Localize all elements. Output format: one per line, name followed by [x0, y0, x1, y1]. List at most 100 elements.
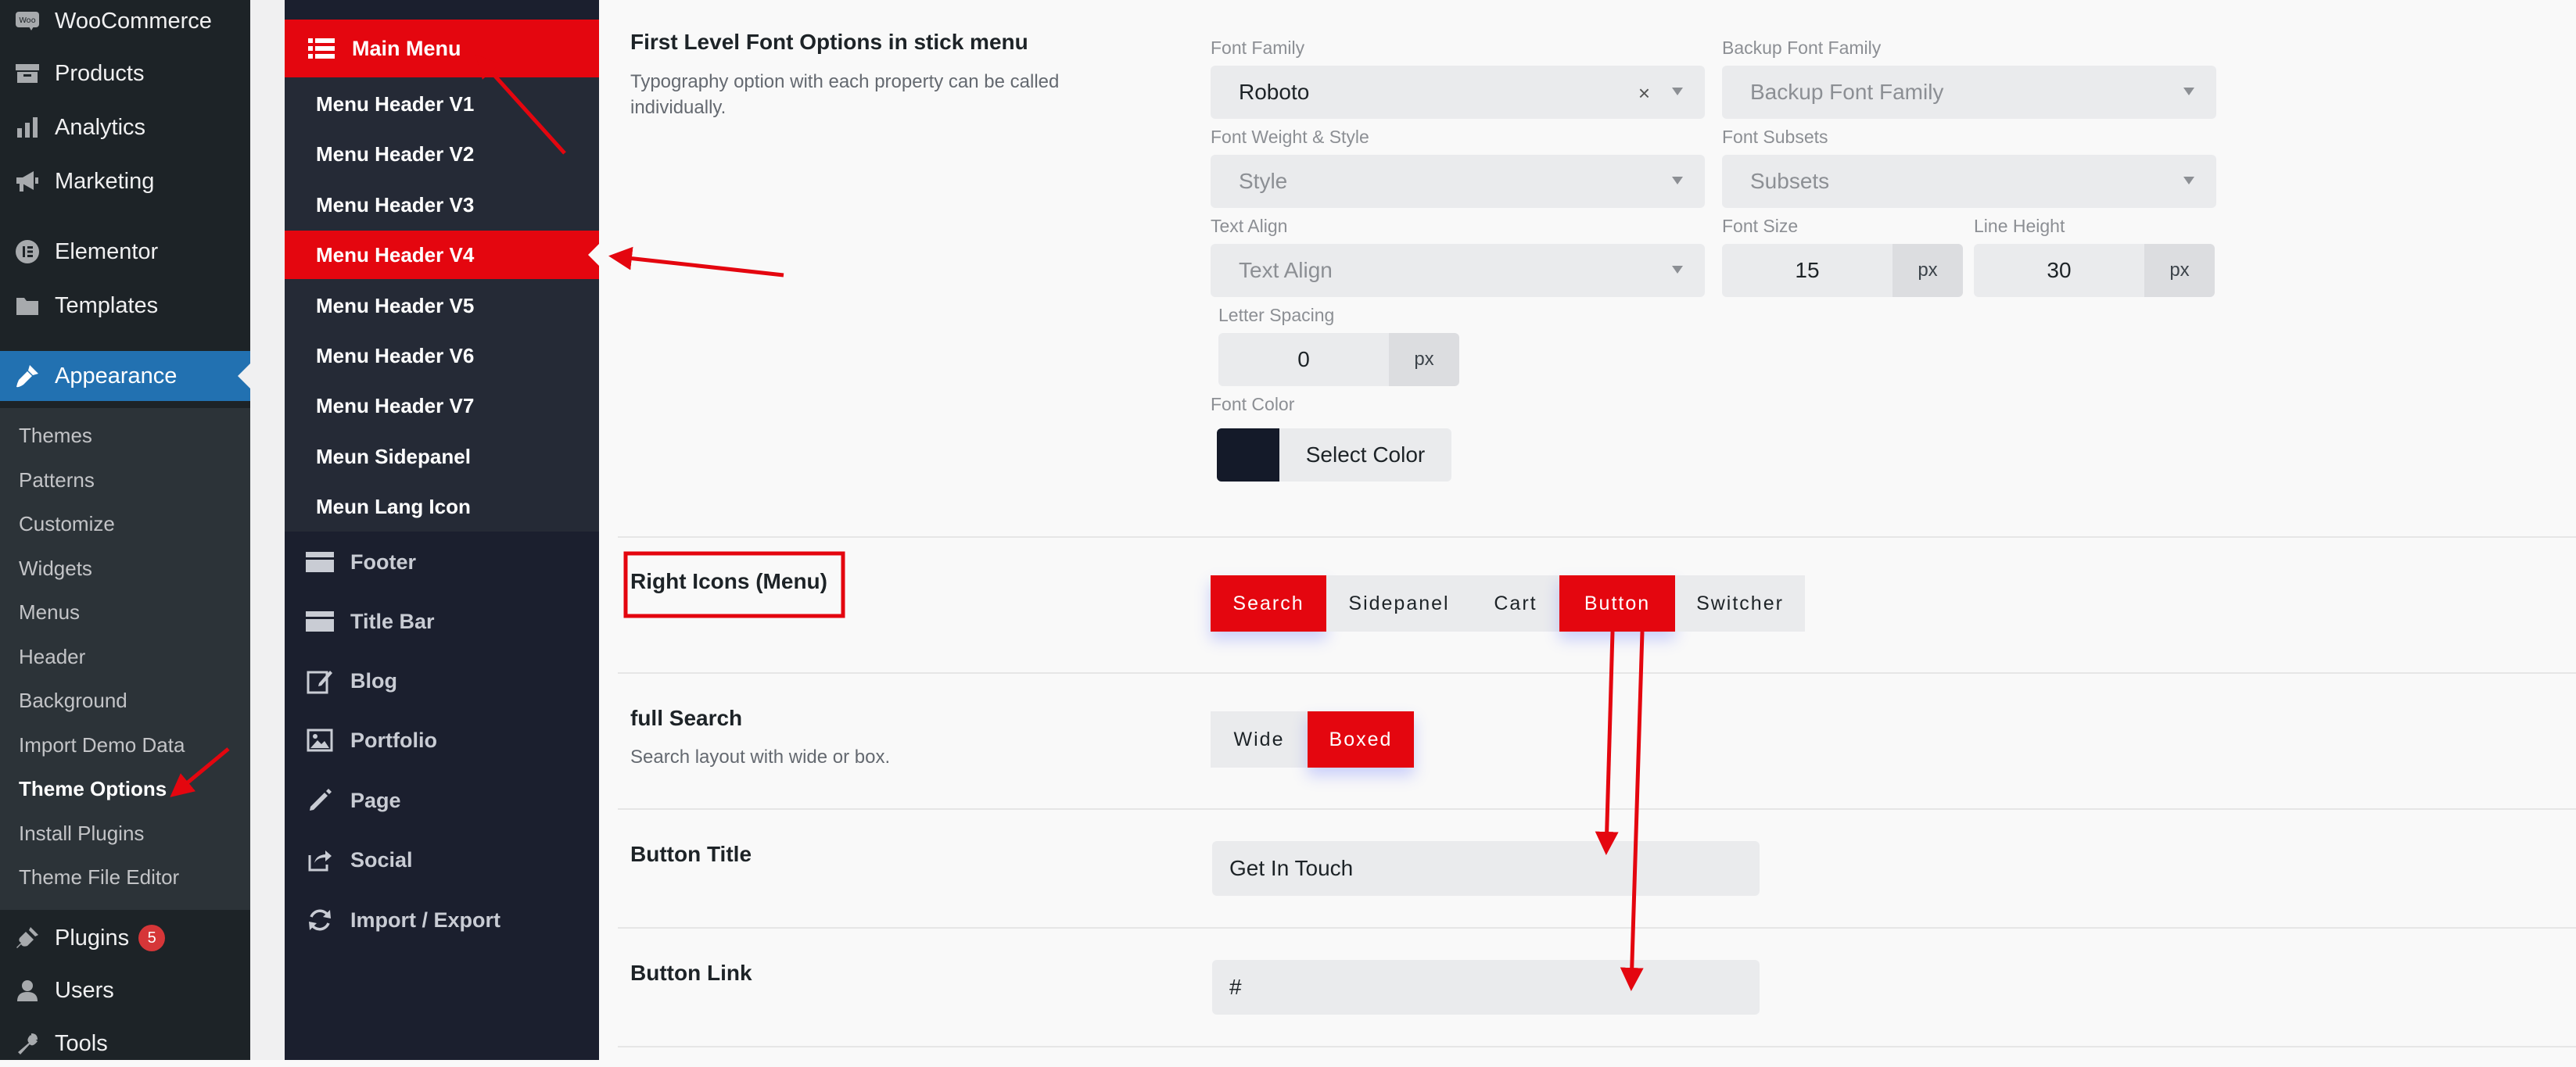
submenu-theme-file-editor[interactable]: Theme File Editor: [19, 861, 179, 893]
elementor-icon: [13, 237, 42, 267]
folder-icon: [13, 291, 42, 320]
typography-description: Typography option with each property can…: [630, 71, 1060, 118]
font-size-input[interactable]: 15 px: [1722, 244, 1963, 297]
font-weight-placeholder: Style: [1239, 169, 1288, 193]
menu-item-label: Tools: [55, 1030, 108, 1056]
clear-icon[interactable]: ×: [1638, 81, 1650, 106]
options-nav-import-export[interactable]: Import / Export: [285, 890, 599, 950]
options-nav-menu-header-v7[interactable]: Menu Header V7: [285, 381, 599, 430]
font-color-picker[interactable]: Select Color: [1217, 428, 1451, 482]
list-icon: [305, 32, 338, 65]
options-nav-menu-header-v1[interactable]: Menu Header V1: [285, 80, 599, 128]
color-swatch[interactable]: [1217, 428, 1279, 482]
submenu-menus[interactable]: Menus: [19, 596, 80, 628]
submenu-themes[interactable]: Themes: [19, 420, 92, 451]
menu-item-label: Elementor: [55, 238, 159, 264]
options-nav-meun-lang-icon[interactable]: Meun Lang Icon: [285, 482, 599, 531]
menu-item-templates[interactable]: Templates: [0, 282, 250, 329]
image-icon: [303, 724, 336, 757]
submenu-install-plugins[interactable]: Install Plugins: [19, 818, 144, 849]
font-size-value[interactable]: 15: [1722, 244, 1893, 297]
button-link-input[interactable]: #: [1212, 960, 1760, 1015]
text-align-select[interactable]: Text Align: [1211, 244, 1705, 297]
line-height-input[interactable]: 30 px: [1974, 244, 2215, 297]
submenu-theme-options[interactable]: Theme Options: [19, 773, 167, 804]
options-nav-menu-header-v3[interactable]: Menu Header V3: [285, 181, 599, 229]
options-nav-menu-header-v2[interactable]: Menu Header V2: [285, 130, 599, 178]
options-nav-menu-header-v4[interactable]: Menu Header V4: [285, 231, 599, 279]
options-nav-main-menu[interactable]: Main Menu: [285, 20, 599, 77]
submenu-patterns[interactable]: Patterns: [19, 464, 95, 496]
submenu-background[interactable]: Background: [19, 685, 127, 716]
menu-item-appearance[interactable]: Appearance: [0, 351, 250, 401]
menu-item-analytics[interactable]: Analytics: [0, 104, 250, 151]
row-divider: [618, 808, 2576, 810]
right-icon-search-toggle[interactable]: Search: [1211, 575, 1326, 632]
menu-item-woocommerce[interactable]: Woo WooCommerce: [0, 0, 250, 42]
archive-icon: [13, 59, 42, 88]
row-divider: [618, 927, 2576, 929]
bar-chart-icon: [13, 113, 42, 142]
full-search-wide-toggle[interactable]: Wide: [1211, 711, 1308, 768]
menu-item-plugins[interactable]: Plugins 5: [0, 915, 250, 961]
menu-item-label: Users: [55, 977, 114, 1003]
chevron-down-icon: [1672, 177, 1683, 184]
options-nav-portfolio[interactable]: Portfolio: [285, 711, 599, 770]
options-nav-title-bar[interactable]: Title Bar: [285, 592, 599, 651]
footer-icon: [303, 546, 336, 578]
options-nav-label: Main Menu: [352, 36, 461, 60]
options-nav-label: Page: [350, 788, 401, 812]
backup-font-label: Backup Font Family: [1722, 38, 1882, 58]
options-nav-menu-header-v6[interactable]: Menu Header V6: [285, 331, 599, 380]
submenu-widgets[interactable]: Widgets: [19, 553, 92, 584]
wp-admin-sidebar: Woo WooCommerce Products Analytics Marke…: [0, 0, 250, 1060]
font-weight-label: Font Weight & Style: [1211, 127, 1369, 147]
font-weight-select[interactable]: Style: [1211, 155, 1705, 208]
menu-item-elementor[interactable]: Elementor: [0, 228, 250, 275]
button-title-label: Button Title: [630, 842, 752, 866]
submenu-header[interactable]: Header: [19, 641, 85, 672]
font-size-label: Font Size: [1722, 216, 1799, 236]
share-icon: [303, 843, 336, 876]
menu-item-products[interactable]: Products: [0, 50, 250, 97]
right-icon-sidepanel-toggle[interactable]: Sidepanel: [1326, 575, 1472, 632]
chevron-down-icon: [2183, 88, 2194, 95]
right-icons-button-group: Search Sidepanel Cart Button Switcher: [1211, 575, 1805, 632]
options-nav-meun-sidepanel[interactable]: Meun Sidepanel: [285, 432, 599, 481]
appearance-submenu: Themes Patterns Customize Widgets Menus …: [0, 408, 250, 910]
menu-item-users[interactable]: Users: [0, 967, 250, 1014]
letter-spacing-value[interactable]: 0: [1218, 333, 1389, 386]
font-family-select[interactable]: Roboto ×: [1211, 66, 1705, 119]
font-family-label: Font Family: [1211, 38, 1305, 58]
backup-font-select[interactable]: Backup Font Family: [1722, 66, 2216, 119]
full-search-button-group: Wide Boxed: [1211, 711, 1414, 768]
full-search-boxed-toggle[interactable]: Boxed: [1308, 711, 1414, 768]
letter-spacing-input[interactable]: 0 px: [1218, 333, 1459, 386]
svg-text:Woo: Woo: [19, 16, 36, 25]
menu-item-marketing[interactable]: Marketing: [0, 158, 250, 205]
submenu-import-demo-data[interactable]: Import Demo Data: [19, 729, 185, 761]
options-nav-social[interactable]: Social: [285, 830, 599, 890]
button-title-input[interactable]: Get In Touch: [1212, 841, 1760, 896]
select-color-label: Select Color: [1305, 442, 1426, 467]
unit-label: px: [2144, 244, 2215, 297]
submenu-customize[interactable]: Customize: [19, 508, 115, 539]
menu-item-label: Analytics: [55, 114, 146, 140]
font-subsets-select[interactable]: Subsets: [1722, 155, 2216, 208]
right-icon-cart-toggle[interactable]: Cart: [1472, 575, 1559, 632]
row-divider: [618, 536, 2576, 538]
options-nav-blog[interactable]: Blog: [285, 651, 599, 711]
options-nav-menu-header-v5[interactable]: Menu Header V5: [285, 281, 599, 330]
right-icon-button-toggle[interactable]: Button: [1559, 575, 1675, 632]
options-nav-label: Social: [350, 847, 413, 872]
paintbrush-icon: [13, 361, 42, 391]
menu-item-tools[interactable]: Tools: [0, 1020, 250, 1067]
options-nav-footer[interactable]: Footer: [285, 532, 599, 592]
options-nav-label: Title Bar: [350, 609, 435, 633]
typography-title: First Level Font Options in stick menu: [630, 30, 1028, 54]
annotation-arrow: [1595, 631, 1619, 855]
options-nav-page[interactable]: Page: [285, 771, 599, 830]
line-height-value[interactable]: 30: [1974, 244, 2144, 297]
right-icon-switcher-toggle[interactable]: Switcher: [1675, 575, 1805, 632]
chevron-down-icon: [1672, 266, 1683, 274]
